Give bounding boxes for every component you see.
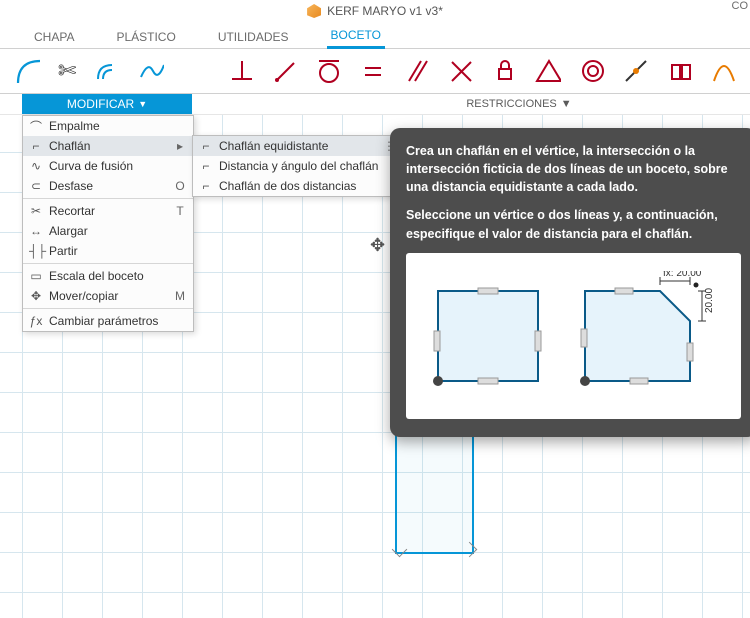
collinear-constraint-icon[interactable] [666, 57, 692, 85]
menu-item-label: Cambiar parámetros [49, 314, 158, 328]
equal-constraint-icon[interactable] [359, 57, 385, 85]
menu-item-escala-del-boceto[interactable]: ▭ Escala del boceto [23, 266, 193, 286]
menu-item-chafl-n[interactable]: ⌐ Chaflán ▸ [23, 136, 193, 156]
menu-item-shortcut: T [173, 204, 187, 218]
illustration-before [423, 276, 553, 396]
tooltip-paragraph-1: Crea un chaflán en el vértice, la inters… [406, 142, 741, 196]
submenu-item-chafl-n-de-dos-distancias[interactable]: ⌐ Chaflán de dos distancias [193, 176, 403, 196]
menu-item-icon: ✥ [29, 289, 43, 303]
menu-item-empalme[interactable]: ⌒ Empalme [23, 116, 193, 136]
menu-item-icon: ⌐ [29, 139, 43, 153]
tangent-constraint-icon[interactable] [315, 57, 341, 85]
svg-text:fx: 20.00: fx: 20.00 [663, 271, 702, 279]
trim-icon[interactable]: ✄ [58, 58, 76, 84]
menu-item-desfase[interactable]: ⊂ Desfase O [23, 176, 193, 196]
spline-icon[interactable] [138, 57, 164, 85]
parallel-constraint-icon[interactable] [403, 57, 429, 85]
ribbon-tabs: CHAPA PLÁSTICO UTILIDADES BOCETO [0, 22, 750, 49]
menu-item-cambiar-par-metros[interactable]: ƒx Cambiar parámetros [23, 311, 193, 331]
menu-item-icon: ✂ [29, 204, 43, 218]
menu-item-label: Alargar [49, 224, 88, 238]
menu-item-alargar[interactable]: ↔ Alargar [23, 221, 193, 241]
symmetry-constraint-icon[interactable] [535, 57, 561, 85]
app-icon [307, 4, 321, 18]
menu-item-recortar[interactable]: ✂ Recortar T [23, 201, 193, 221]
coincident-constraint-icon[interactable] [272, 57, 298, 85]
tooltip-illustration: fx: 20.00 20.00 [406, 253, 741, 419]
document-title: KERF MARYO v1 v3* [327, 4, 443, 18]
menu-item-label: Chaflán [49, 139, 90, 153]
menu-item-icon: ⌐ [199, 139, 213, 153]
menu-item-icon: ⊂ [29, 179, 43, 193]
menu-item-shortcut: O [173, 179, 187, 193]
dropdown-caret-icon: ▼ [561, 98, 572, 110]
restricciones-panel-label[interactable]: RESTRICCIONES ▼ [466, 98, 571, 110]
menu-item-label: Escala del boceto [49, 269, 144, 283]
svg-text:20.00: 20.00 [704, 287, 715, 312]
modificar-dropdown: ⌒ Empalme ⌐ Chaflán ▸ ∿ Curva de fusión ⊂ Desfas… [22, 115, 194, 332]
menu-item-label: Recortar [49, 204, 95, 218]
fix-constraint-icon[interactable] [491, 57, 517, 85]
midpoint-constraint-icon[interactable] [622, 57, 648, 85]
offset-icon[interactable] [94, 57, 120, 85]
illustration-after: fx: 20.00 20.00 [570, 271, 725, 401]
menu-item-label: Distancia y ángulo del chaflán [219, 159, 378, 173]
dropdown-caret-icon: ▼ [138, 94, 147, 114]
ribbon-toolbar: ✄ [0, 49, 750, 94]
menu-item-icon: ↔ [29, 224, 43, 238]
menu-item-label: Chaflán de dos distancias [219, 179, 356, 193]
horizontal-constraint-icon[interactable] [228, 57, 254, 85]
perpendicular-constraint-icon[interactable] [447, 57, 473, 85]
tab-plastico[interactable]: PLÁSTICO [112, 25, 179, 48]
tab-boceto[interactable]: BOCETO [327, 23, 385, 49]
menu-item-shortcut: M [173, 289, 187, 303]
move-cursor-icon: ✥ [370, 235, 385, 256]
submenu-item-chafl-n-equidistante[interactable]: ⌐Chaflán equidistante⋮ [193, 136, 403, 156]
menu-item-icon: ƒx [29, 314, 43, 328]
fillet-icon[interactable] [14, 57, 40, 85]
truncated-panel-label: CO [732, 0, 749, 12]
chaflan-submenu: ⌐Chaflán equidistante⋮⌐Distancia y ángul… [192, 135, 404, 197]
menu-item-label: Empalme [49, 119, 100, 133]
menu-item-icon: ⌒ [29, 118, 43, 135]
menu-item-label: Mover/copiar [49, 289, 118, 303]
menu-item-icon: ⌐ [199, 179, 213, 193]
menu-item-icon: ⌐ [199, 159, 213, 173]
tab-chapa[interactable]: CHAPA [30, 25, 78, 48]
menu-item-label: Curva de fusión [49, 159, 133, 173]
modificar-label: MODIFICAR [67, 94, 134, 114]
curvature-constraint-icon[interactable] [710, 57, 736, 85]
submenu-item-distancia-y-ngulo-del-chafl-n[interactable]: ⌐ Distancia y ángulo del chaflán [193, 156, 403, 176]
ribbon-panel-labels: MODIFICAR ▼ RESTRICCIONES ▼ CO [0, 94, 750, 115]
concentric-constraint-icon[interactable] [579, 57, 605, 85]
menu-item-label: Partir [49, 244, 78, 258]
menu-item-shortcut: ▸ [173, 139, 187, 153]
menu-item-icon: ∿ [29, 159, 43, 173]
menu-item-curva-de-fusi-n[interactable]: ∿ Curva de fusión [23, 156, 193, 176]
sketch-canvas[interactable]: ✥ ⌒ Empalme ⌐ Chaflán ▸ ∿ Curva de fusión ⊂ Desf… [0, 115, 750, 618]
title-bar: KERF MARYO v1 v3* [0, 0, 750, 22]
tab-utilidades[interactable]: UTILIDADES [214, 25, 293, 48]
menu-item-partir[interactable]: ┤├ Partir [23, 241, 193, 261]
menu-item-label: Chaflán equidistante [219, 139, 328, 153]
menu-item-icon: ▭ [29, 269, 43, 283]
menu-item-mover-copiar[interactable]: ✥ Mover/copiar M [23, 286, 193, 306]
tooltip-paragraph-2: Seleccione un vértice o dos líneas y, a … [406, 206, 741, 242]
menu-item-label: Desfase [49, 179, 93, 193]
modificar-panel-button[interactable]: MODIFICAR ▼ [22, 94, 192, 114]
menu-item-icon: ┤├ [29, 244, 43, 258]
tooltip-panel: Crea un chaflán en el vértice, la inters… [390, 128, 750, 437]
